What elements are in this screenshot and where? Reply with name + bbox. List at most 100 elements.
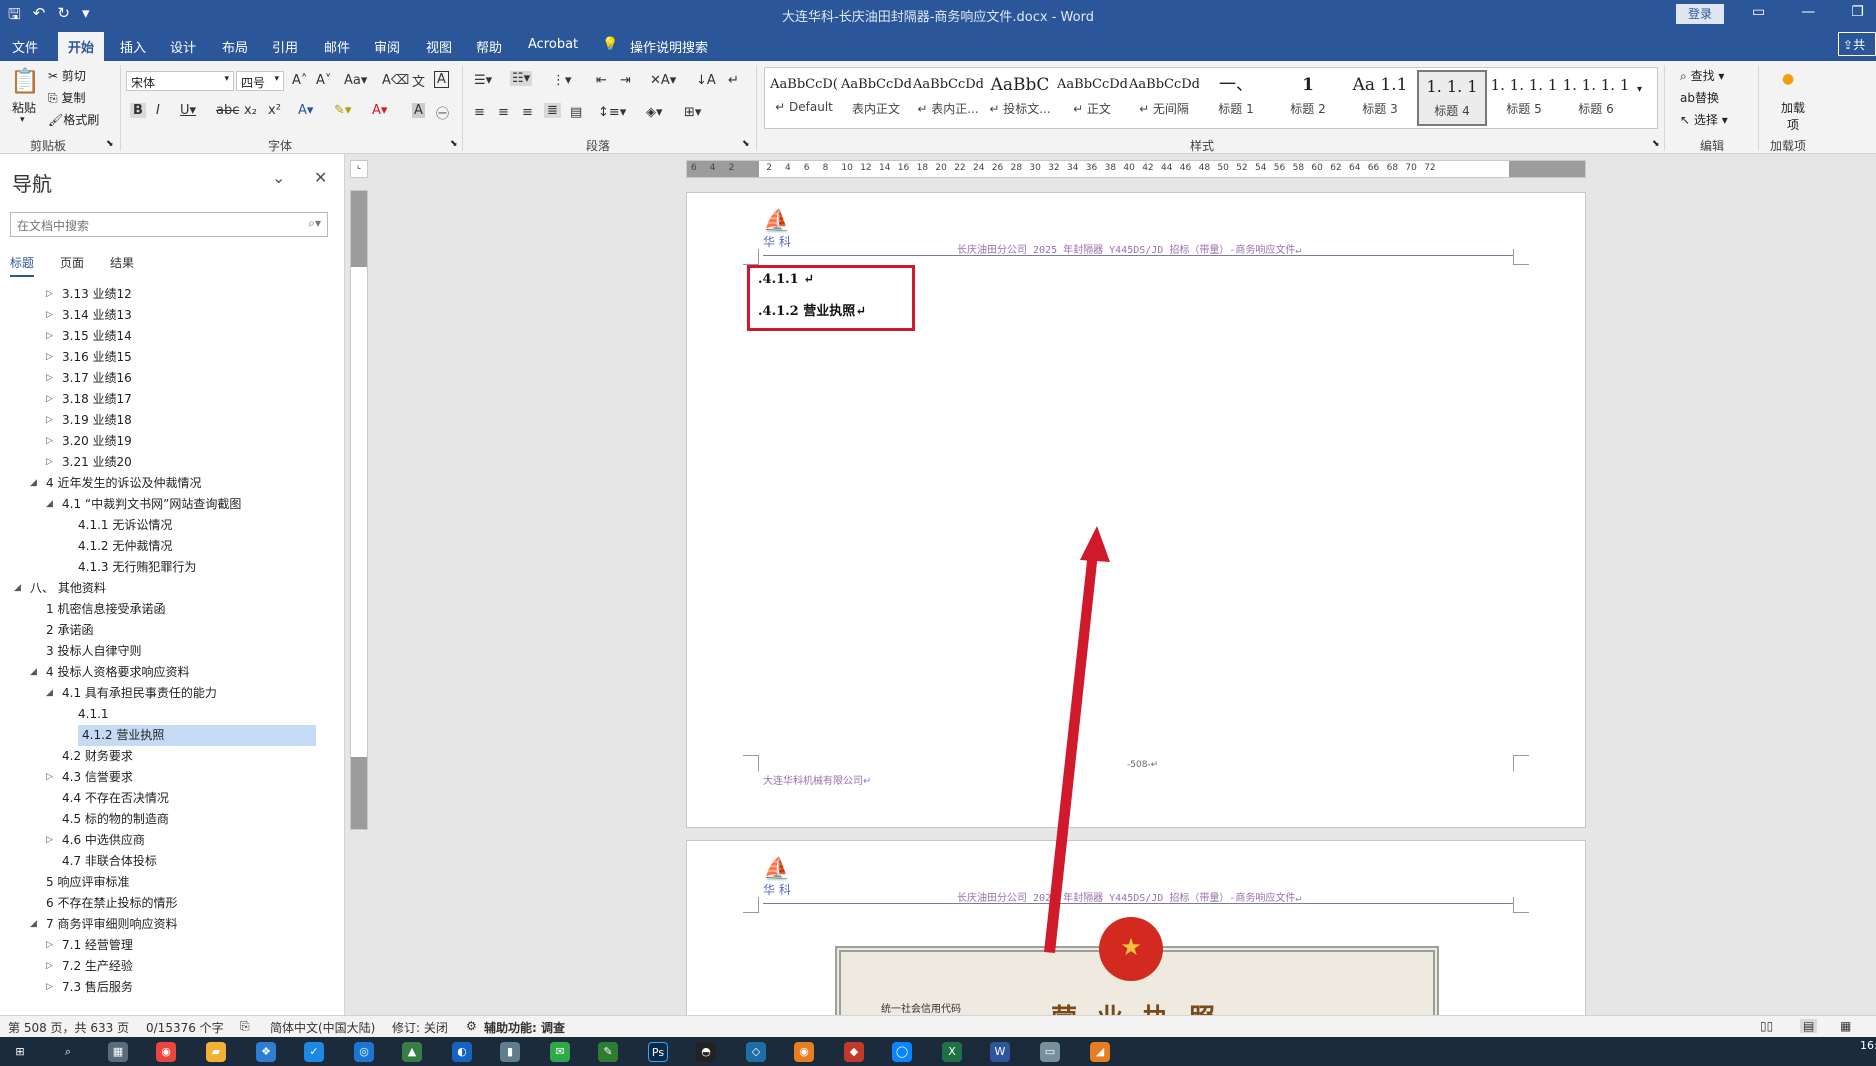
tab-layout[interactable]: 布局 xyxy=(222,37,248,56)
paste-button[interactable]: 粘贴 xyxy=(12,99,36,116)
nav-heading-item[interactable]: ◢ 4.1 具有承担民事责任的能力 xyxy=(0,683,345,704)
status-accessibility[interactable]: 辅助功能: 调查 xyxy=(484,1019,565,1036)
tab-view[interactable]: 视图 xyxy=(426,37,452,56)
app-icon[interactable]: ✓ xyxy=(304,1042,324,1062)
excel-icon[interactable]: X xyxy=(942,1042,962,1062)
nav-tab-headings[interactable]: 标题 xyxy=(10,254,35,277)
wechat-icon[interactable]: ✉ xyxy=(550,1042,570,1062)
font-family-select[interactable]: 宋体 ▾ xyxy=(126,71,234,91)
expand-icon[interactable]: ▷ xyxy=(46,284,53,305)
nav-heading-item[interactable]: 4.2 财务要求 xyxy=(0,746,345,767)
nav-heading-item[interactable]: ▷ 3.17 业绩16 xyxy=(0,368,345,389)
tab-home[interactable]: 开始 xyxy=(58,32,105,61)
nav-heading-item[interactable]: 4.1.2 无仲裁情况 xyxy=(0,536,345,557)
strikethrough-icon[interactable]: abc xyxy=(216,103,239,118)
replace-button[interactable]: ab替换 xyxy=(1680,89,1719,106)
paragraph-launcher-icon[interactable]: ⬊ xyxy=(742,139,750,149)
nav-heading-item[interactable]: ▷ 7.1 经营管理 xyxy=(0,935,345,956)
distributed-icon[interactable]: ▤ xyxy=(570,105,582,120)
tab-selector[interactable]: ⌞ xyxy=(350,160,368,178)
nav-options-icon[interactable]: ⌄ xyxy=(272,168,285,187)
app-icon[interactable]: ▭ xyxy=(1040,1042,1060,1062)
subscript-icon[interactable]: x₂ xyxy=(244,103,257,118)
char-shading-icon[interactable]: A xyxy=(412,103,425,118)
horizontal-ruler[interactable]: 6 4 2 2 4 6 8 10 12 14 16 18 20 22 24 26 28 30 32 34 36 38 40 4… xyxy=(686,160,1586,178)
justify-icon[interactable]: ≣ xyxy=(544,103,561,118)
borders-icon[interactable]: ⊞▾ xyxy=(684,105,701,120)
increase-indent-icon[interactable]: ⇥ xyxy=(620,73,631,88)
status-page-count[interactable]: 第 508 页，共 633 页 xyxy=(8,1019,129,1036)
grow-font-icon[interactable]: A˄ xyxy=(292,73,307,88)
tab-design[interactable]: 设计 xyxy=(170,37,196,56)
read-mode-icon[interactable]: ▯▯ xyxy=(1760,1019,1773,1033)
underline-icon[interactable]: U▾ xyxy=(180,103,196,118)
italic-icon[interactable]: I xyxy=(156,103,160,118)
style-heading-3[interactable]: Aa 1.1 标题 3 xyxy=(1345,70,1415,126)
style-normal[interactable]: AaBbCcDdI ↵ 正文 xyxy=(1057,70,1127,126)
expand-icon[interactable]: ▷ xyxy=(46,347,53,368)
paste-dropdown-icon[interactable]: ▾ xyxy=(20,115,25,125)
expand-icon[interactable]: ▷ xyxy=(46,368,53,389)
heading-4-1-1[interactable]: .4.1.1 ↵ xyxy=(758,272,814,287)
chrome-icon[interactable]: ◉ xyxy=(156,1042,176,1062)
nav-heading-item[interactable]: ◢ 7 商务评审细则响应资料 xyxy=(0,914,345,935)
nav-heading-item[interactable]: ▷ 3.15 业绩14 xyxy=(0,326,345,347)
nav-heading-item[interactable]: 6 不存在禁止投标的情形 xyxy=(0,893,345,914)
line-spacing-icon[interactable]: ↕≡▾ xyxy=(598,105,626,120)
text-effects-icon[interactable]: A▾ xyxy=(298,103,313,118)
collapse-icon[interactable]: ◢ xyxy=(14,578,21,599)
nav-heading-item[interactable]: 4.4 不存在否决情况 xyxy=(0,788,345,809)
shrink-font-icon[interactable]: A˅ xyxy=(316,73,331,88)
web-layout-icon[interactable]: ▦ xyxy=(1840,1019,1851,1033)
login-button[interactable]: 登录 xyxy=(1676,4,1724,24)
copy-button[interactable]: ⎘ 复制 xyxy=(48,89,85,106)
enclose-char-icon[interactable]: ㊀ xyxy=(436,103,449,122)
app-icon[interactable]: ▲ xyxy=(402,1042,422,1062)
app-icon[interactable]: ◐ xyxy=(452,1042,472,1062)
change-case-icon[interactable]: Aa▾ xyxy=(344,73,367,88)
nav-heading-item[interactable]: 4.1.1 xyxy=(0,704,345,725)
shading-icon[interactable]: ◈▾ xyxy=(646,105,663,120)
expand-icon[interactable]: ▷ xyxy=(46,935,53,956)
cut-button[interactable]: ✂ 剪切 xyxy=(48,67,86,84)
style-table-body[interactable]: AaBbCcDdI 表内正文 xyxy=(841,70,911,126)
addins-button[interactable]: 加载项 xyxy=(1778,99,1808,133)
share-button[interactable]: ⇪共 xyxy=(1838,32,1876,56)
align-left-icon[interactable]: ≡ xyxy=(474,105,485,120)
nav-heading-item[interactable]: ▷ 7.3 售后服务 xyxy=(0,977,345,998)
nav-heading-item[interactable]: ▷ 7.2 生产经验 xyxy=(0,956,345,977)
expand-icon[interactable]: ▷ xyxy=(46,431,53,452)
expand-icon[interactable]: ▷ xyxy=(46,305,53,326)
nav-heading-item[interactable]: 4.5 标的物的制造商 xyxy=(0,809,345,830)
nav-search-input[interactable]: 在文档中搜索 ⌕▾ xyxy=(10,212,328,237)
app-icon[interactable]: ◇ xyxy=(746,1042,766,1062)
nav-heading-item[interactable]: ▷ 3.14 业绩13 xyxy=(0,305,345,326)
qq-icon[interactable]: ◓ xyxy=(696,1042,716,1062)
tab-file[interactable]: 文件 xyxy=(12,37,38,56)
nav-heading-item[interactable]: 1 机密信息接受承诺函 xyxy=(0,599,345,620)
nav-heading-item[interactable]: ▷ 3.19 业绩18 xyxy=(0,410,345,431)
collapse-icon[interactable]: ◢ xyxy=(46,683,53,704)
ribbon-display-icon[interactable]: ▭ xyxy=(1752,4,1765,20)
app-icon[interactable]: ✎ xyxy=(598,1042,618,1062)
nav-heading-item[interactable]: ▷ 4.3 信誉要求 xyxy=(0,767,345,788)
chinese-layout-icon[interactable]: ✕A▾ xyxy=(650,73,676,88)
tab-mailings[interactable]: 邮件 xyxy=(324,37,350,56)
nav-heading-item[interactable]: ▷ 3.20 业绩19 xyxy=(0,431,345,452)
expand-icon[interactable]: ▷ xyxy=(46,389,53,410)
multilevel-list-icon[interactable]: ⋮▾ xyxy=(552,73,572,88)
tab-review[interactable]: 审阅 xyxy=(374,37,400,56)
nav-heading-item[interactable]: ◢ 4 投标人资格要求响应资料 xyxy=(0,662,345,683)
expand-icon[interactable]: ▷ xyxy=(46,326,53,347)
expand-icon[interactable]: ▷ xyxy=(46,830,53,851)
nav-heading-item[interactable]: 3 投标人自律守则 xyxy=(0,641,345,662)
clipboard-launcher-icon[interactable]: ⬊ xyxy=(106,139,114,149)
paste-icon[interactable]: 📋 xyxy=(10,67,40,95)
word-icon[interactable]: W xyxy=(990,1042,1010,1062)
app-icon[interactable]: ◯ xyxy=(892,1042,912,1062)
proofing-icon[interactable]: ⎘ xyxy=(240,1019,250,1034)
close-icon[interactable]: ✕ xyxy=(314,168,327,187)
nav-heading-item[interactable]: ▷ 3.16 业绩15 xyxy=(0,347,345,368)
styles-launcher-icon[interactable]: ⬊ xyxy=(1652,139,1660,149)
bold-icon[interactable]: B xyxy=(130,103,146,118)
